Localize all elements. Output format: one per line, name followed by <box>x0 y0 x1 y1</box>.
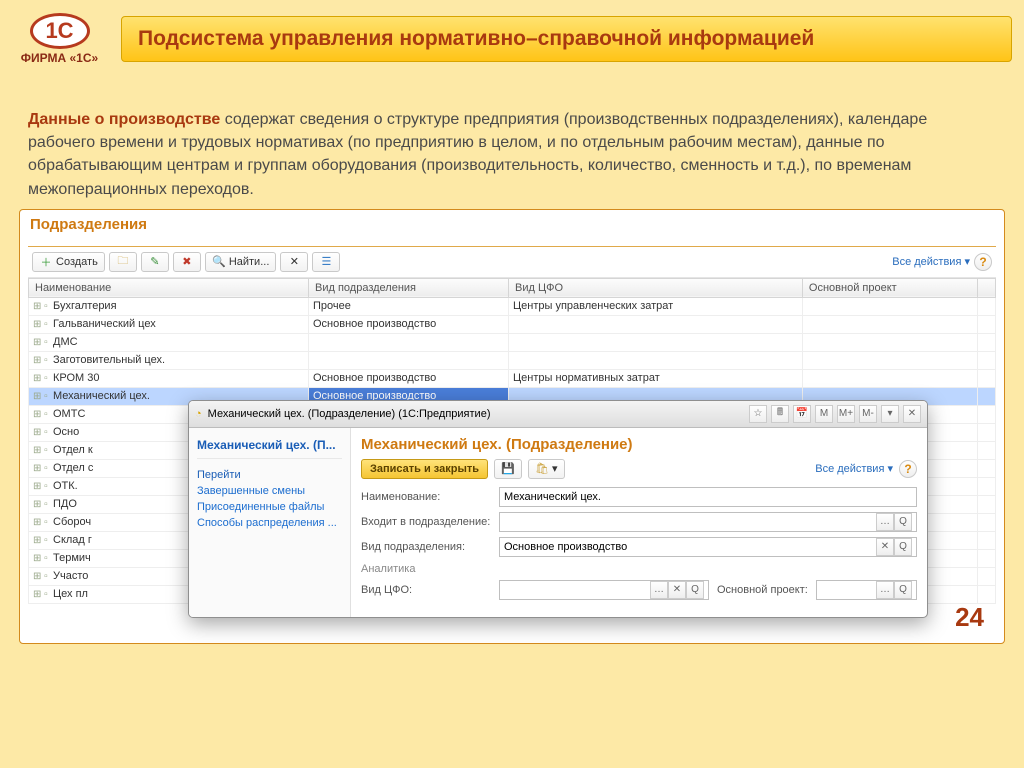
select-icon[interactable]: … <box>876 513 894 531</box>
expand-icon[interactable]: ⊞ ▫ <box>33 535 49 546</box>
nav-link[interactable]: Способы распределения ... <box>197 515 342 531</box>
app-icon: ◔ <box>195 408 202 420</box>
logo-1c-icon: 1C <box>30 13 90 49</box>
intro-bold: Данные о производстве <box>28 111 220 128</box>
save-close-button[interactable]: Записать и закрыть <box>361 459 488 479</box>
departments-panel: Подразделения ＋ Создать 🗀 ✎ ✖ 🔍 Найти...… <box>19 209 1005 644</box>
cfo-label: Вид ЦФО: <box>361 584 491 596</box>
help-button[interactable]: ? <box>974 253 992 271</box>
cfo-field[interactable]: …✕Q <box>499 580 709 600</box>
pencil-icon: ✎ <box>148 255 162 269</box>
clear-icon[interactable]: ✕ <box>668 581 686 599</box>
open-icon[interactable]: Q <box>686 581 704 599</box>
section-label: Аналитика <box>361 563 917 575</box>
close-icon[interactable]: ✕ <box>903 405 921 423</box>
disk-icon: 💾 <box>501 462 515 476</box>
edit-button[interactable]: ✎ <box>141 252 169 272</box>
m-minus-icon[interactable]: M <box>815 405 833 423</box>
column-header[interactable]: Вид ЦФО <box>509 278 803 297</box>
expand-icon[interactable]: ⊞ ▫ <box>33 499 49 510</box>
all-actions-link[interactable]: Все действия ▾ <box>892 255 970 268</box>
plus-icon: ＋ <box>39 255 53 269</box>
intro-text: Данные о производстве содержат сведения … <box>28 108 996 201</box>
expand-icon[interactable]: ⊞ ▫ <box>33 427 49 438</box>
table-row[interactable]: ⊞ ▫Гальванический цехОсновное производст… <box>29 315 996 333</box>
clear-icon[interactable]: ✕ <box>876 538 894 556</box>
table-row[interactable]: ⊞ ▫Заготовительный цех. <box>29 351 996 369</box>
table-row[interactable]: ⊞ ▫КРОМ 30Основное производствоЦентры но… <box>29 369 996 387</box>
window-menu-icon[interactable]: ▾ <box>881 405 899 423</box>
open-icon[interactable]: Q <box>894 581 912 599</box>
type-field[interactable]: Основное производство ✕Q <box>499 537 917 557</box>
name-field[interactable]: Механический цех. <box>499 487 917 507</box>
folder-plus-icon: 🗀 <box>116 255 130 269</box>
m-clear-icon[interactable]: M- <box>859 405 877 423</box>
list-toolbar: ＋ Создать 🗀 ✎ ✖ 🔍 Найти... ✕ ☰ Все дейст… <box>28 247 996 278</box>
dlg-help-button[interactable]: ? <box>899 460 917 478</box>
column-header[interactable]: Основной проект <box>802 278 977 297</box>
save-button[interactable]: 💾 <box>494 459 522 479</box>
nav-link[interactable]: Присоединенные файлы <box>197 499 342 515</box>
type-label: Вид подразделения: <box>361 541 491 553</box>
expand-icon[interactable]: ⊞ ▫ <box>33 571 49 582</box>
action-button[interactable]: 🛍▾ <box>528 459 565 479</box>
page-title: Подсистема управления нормативно–справоч… <box>121 16 1012 62</box>
expand-icon[interactable]: ⊞ ▫ <box>33 373 49 384</box>
nav-link[interactable]: Завершенные смены <box>197 483 342 499</box>
dialog-title: Механический цех. (Подразделение) (1С:Пр… <box>208 408 491 420</box>
expand-icon[interactable]: ⊞ ▫ <box>33 337 49 348</box>
proj-field[interactable]: …Q <box>816 580 917 600</box>
parent-label: Входит в подразделение: <box>361 516 491 528</box>
name-label: Наименование: <box>361 491 491 503</box>
parent-field[interactable]: …Q <box>499 512 917 532</box>
fav-icon[interactable]: ☆ <box>749 405 767 423</box>
expand-icon[interactable]: ⊞ ▫ <box>33 553 49 564</box>
open-icon[interactable]: Q <box>894 538 912 556</box>
delete-icon: ✖ <box>180 255 194 269</box>
expand-icon[interactable]: ⊞ ▫ <box>33 445 49 456</box>
cart-icon: 🛍 <box>535 462 549 476</box>
dialog-heading: Механический цех. (Подразделение) <box>361 436 917 453</box>
column-header[interactable]: Наименование <box>29 278 309 297</box>
tree-mode-button[interactable]: ☰ <box>312 252 340 272</box>
brand-text: ФИРМА «1С» <box>12 51 107 65</box>
select-icon[interactable]: … <box>876 581 894 599</box>
expand-icon[interactable]: ⊞ ▫ <box>33 301 49 312</box>
open-icon[interactable]: Q <box>894 513 912 531</box>
dialog-nav: Механический цех. (П... Перейти Завершен… <box>189 428 351 617</box>
create-button[interactable]: ＋ Создать <box>32 252 105 272</box>
column-header[interactable]: Вид подразделения <box>309 278 509 297</box>
nav-section: Перейти <box>197 463 342 483</box>
dialog-titlebar[interactable]: ◔ Механический цех. (Подразделение) (1С:… <box>189 401 927 428</box>
select-icon[interactable]: … <box>650 581 668 599</box>
nav-current[interactable]: Механический цех. (П... <box>197 434 342 459</box>
proj-label: Основной проект: <box>717 584 808 596</box>
brand-logo: 1C ФИРМА «1С» <box>12 13 107 65</box>
clear-find-button[interactable]: ✕ <box>280 252 308 272</box>
clear-search-icon: ✕ <box>287 255 301 269</box>
expand-icon[interactable]: ⊞ ▫ <box>33 355 49 366</box>
tree-icon: ☰ <box>319 255 333 269</box>
calc-icon[interactable]: 🖩 <box>771 405 789 423</box>
expand-icon[interactable]: ⊞ ▫ <box>33 517 49 528</box>
search-icon: 🔍 <box>212 255 226 269</box>
slide-number: 24 <box>955 602 984 633</box>
find-button[interactable]: 🔍 Найти... <box>205 252 277 272</box>
expand-icon[interactable]: ⊞ ▫ <box>33 319 49 330</box>
m-plus-icon[interactable]: M+ <box>837 405 855 423</box>
expand-icon[interactable]: ⊞ ▫ <box>33 463 49 474</box>
department-dialog: ◔ Механический цех. (Подразделение) (1С:… <box>188 400 928 618</box>
panel-title: Подразделения <box>30 216 147 233</box>
calendar-icon[interactable]: 📅 <box>793 405 811 423</box>
dlg-all-actions-link[interactable]: Все действия ▾ <box>815 462 893 475</box>
expand-icon[interactable]: ⊞ ▫ <box>33 391 49 402</box>
expand-icon[interactable]: ⊞ ▫ <box>33 481 49 492</box>
table-row[interactable]: ⊞ ▫БухгалтерияПрочееЦентры управленчески… <box>29 297 996 315</box>
table-row[interactable]: ⊞ ▫ДМС <box>29 333 996 351</box>
expand-icon[interactable]: ⊞ ▫ <box>33 589 49 600</box>
delete-button[interactable]: ✖ <box>173 252 201 272</box>
create-folder-button[interactable]: 🗀 <box>109 252 137 272</box>
expand-icon[interactable]: ⊞ ▫ <box>33 409 49 420</box>
